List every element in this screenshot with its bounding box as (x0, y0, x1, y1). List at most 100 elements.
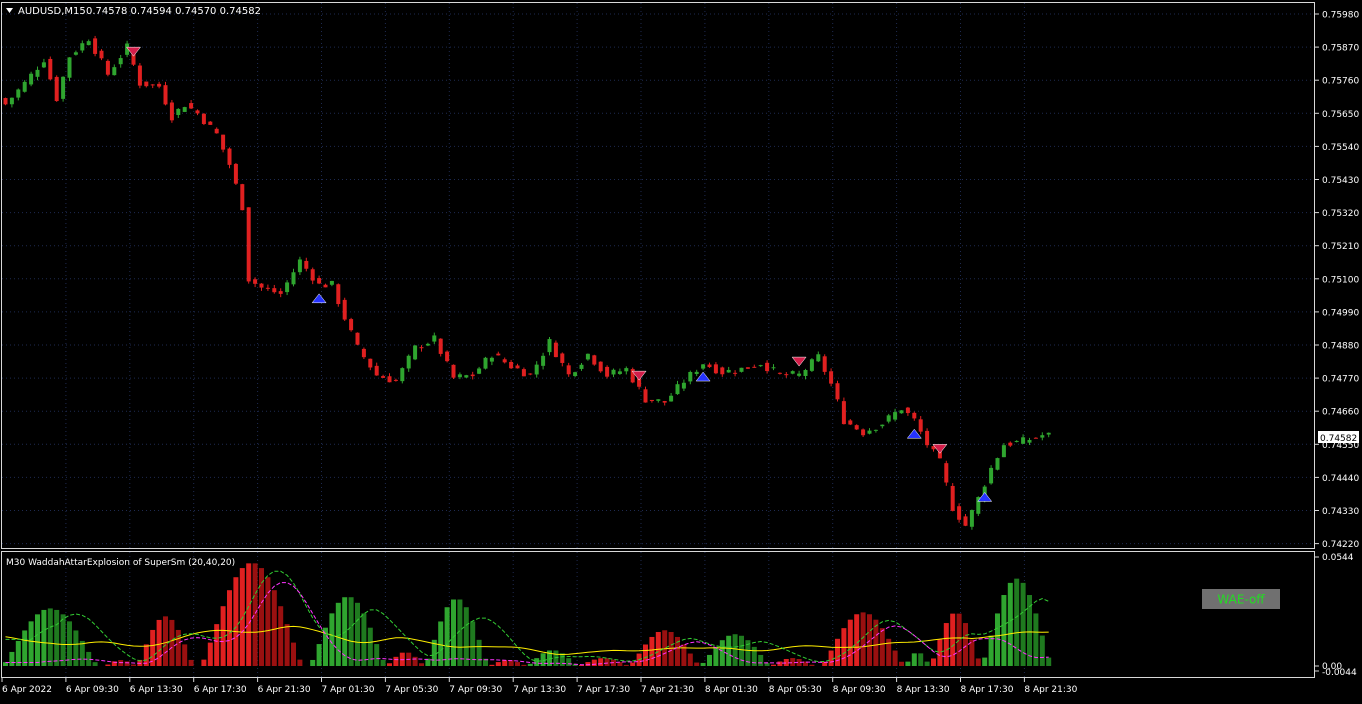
bull-candle (873, 429, 878, 431)
histogram-bar (28, 621, 34, 666)
histogram-bar (598, 658, 604, 666)
price-label: 0.75870 (1322, 44, 1359, 54)
wae-off-label: WAE-off (1217, 593, 1265, 607)
histogram-bar (156, 619, 162, 666)
histogram-bar (739, 635, 744, 666)
bull-candle (1027, 439, 1032, 443)
histogram-bar (707, 654, 712, 666)
bull-candle (579, 364, 584, 369)
histogram-bar (22, 630, 28, 666)
bear-candle (381, 376, 386, 378)
histogram-bar (892, 650, 898, 666)
price-label: 0.74880 (1322, 342, 1359, 352)
bull-candle (112, 67, 117, 76)
bear-candle (163, 85, 168, 105)
histogram-bar (700, 662, 706, 666)
bear-candle (445, 351, 450, 362)
time-label: 7 Apr 17:30 (577, 685, 630, 695)
histogram-bar (207, 642, 213, 666)
histogram-bar (726, 635, 732, 666)
bear-candle (419, 347, 424, 349)
bull-candle (182, 107, 187, 112)
bear-candle (835, 383, 840, 400)
time-label: 8 Apr 13:30 (897, 685, 950, 695)
bull-candle (73, 52, 78, 55)
bull-candle (726, 369, 731, 373)
histogram-bar (790, 658, 796, 666)
histogram-bar (975, 658, 981, 666)
histogram-bar (591, 659, 597, 666)
bull-candle (35, 69, 40, 77)
bear-candle (336, 284, 341, 305)
price-label: 0.74220 (1322, 540, 1359, 550)
bear-candle (157, 83, 162, 87)
bear-candle (784, 374, 789, 376)
histogram-bar (777, 661, 783, 666)
histogram-bar (879, 628, 885, 666)
bull-candle (285, 282, 290, 293)
histogram-bar (668, 631, 674, 666)
bear-candle (905, 407, 910, 414)
bear-candle (649, 399, 654, 402)
histogram-bar (182, 644, 188, 666)
histogram-bar (950, 613, 956, 666)
bull-candle (547, 339, 552, 353)
histogram-bar (828, 650, 834, 666)
price-label: 0.75430 (1322, 176, 1359, 186)
bear-candle (54, 76, 59, 102)
price-label: 0.75320 (1322, 209, 1359, 219)
time-label: 8 Apr 17:30 (961, 685, 1014, 695)
bull-candle (432, 335, 437, 342)
histogram-bar (284, 624, 290, 666)
bull-candle (16, 89, 21, 98)
histogram-bar (233, 577, 239, 666)
bear-candle (643, 389, 648, 403)
histogram-bar (687, 653, 693, 666)
histogram-bar (956, 613, 962, 666)
histogram-bar (495, 662, 501, 666)
histogram-bar (380, 659, 386, 666)
histogram-bar (297, 659, 303, 666)
time-label: 7 Apr 05:30 (385, 685, 438, 695)
histogram-bar (1007, 582, 1013, 666)
bear-candle (662, 400, 667, 403)
bull-candle (118, 58, 123, 65)
current-price-label: 0.74582 (1320, 434, 1357, 444)
time-label: 6 Apr 09:30 (66, 685, 119, 695)
bull-candle (573, 372, 578, 377)
bull-candle (413, 345, 418, 360)
bull-candle (176, 108, 181, 115)
bear-candle (957, 506, 962, 520)
bear-candle (944, 463, 949, 483)
bull-candle (61, 76, 66, 99)
bear-candle (566, 365, 571, 375)
bull-candle (701, 364, 706, 369)
histogram-bar (188, 659, 194, 666)
chart-canvas[interactable]: AUDUSD,M15 0.74578 0.74594 0.74570 0.745… (0, 0, 1362, 700)
histogram-bar (463, 607, 469, 666)
indicator-axis-label: 0.0544 (1322, 553, 1354, 563)
bear-candle (509, 361, 514, 369)
bear-candle (841, 401, 846, 425)
histogram-bar (348, 597, 354, 666)
wae-off-button[interactable]: WAE-off (1202, 589, 1280, 609)
bear-candle (272, 288, 277, 293)
bull-candle (489, 357, 494, 362)
histogram-bar (963, 623, 968, 666)
histogram-bar (982, 657, 988, 666)
bull-candle (771, 367, 776, 369)
bear-candle (317, 278, 322, 284)
price-label: 0.75650 (1322, 110, 1359, 120)
bull-candle (694, 371, 699, 375)
price-label: 0.74770 (1322, 375, 1359, 385)
bear-candle (393, 379, 398, 381)
histogram-bar (899, 661, 904, 666)
histogram-bar (316, 644, 322, 666)
price-label: 0.74990 (1322, 308, 1359, 318)
histogram-bar (1001, 595, 1007, 666)
histogram-bar (809, 664, 815, 666)
bull-candle (1014, 440, 1019, 442)
histogram-bar (931, 658, 936, 666)
histogram-bar (937, 639, 943, 666)
histogram-bar (847, 619, 853, 666)
